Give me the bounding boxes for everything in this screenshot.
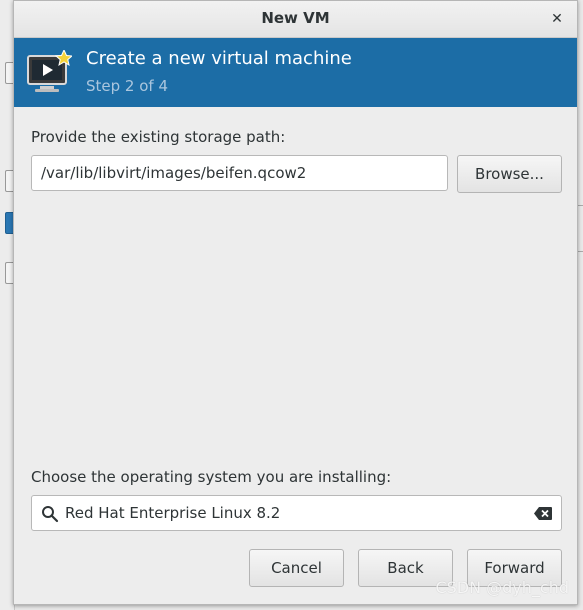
- wizard-banner: Create a new virtual machine Step 2 of 4: [14, 38, 577, 107]
- watermark-text: CSDN @dyh_chd: [435, 578, 569, 597]
- os-search-field[interactable]: Red Hat Enterprise Linux 8.2: [31, 495, 562, 531]
- storage-path-input[interactable]: /var/lib/libvirt/images/beifen.qcow2: [31, 155, 448, 191]
- os-choice-label: Choose the operating system you are inst…: [31, 468, 392, 486]
- clear-icon[interactable]: [533, 506, 553, 521]
- dialog-titlebar[interactable]: New VM ✕: [14, 1, 577, 38]
- browse-button[interactable]: Browse...: [457, 155, 562, 193]
- close-button[interactable]: ✕: [547, 9, 567, 29]
- close-icon: ✕: [551, 11, 563, 27]
- search-icon: [42, 506, 59, 523]
- storage-path-label: Provide the existing storage path:: [31, 128, 286, 146]
- dialog-title: New VM: [261, 9, 330, 27]
- banner-title: Create a new virtual machine: [86, 48, 352, 69]
- wizard-step-indicator: Step 2 of 4: [86, 77, 169, 95]
- cancel-button[interactable]: Cancel: [249, 549, 344, 587]
- os-search-value: Red Hat Enterprise Linux 8.2: [65, 504, 281, 522]
- new-vm-dialog: New VM ✕ Create a new virtual machine St…: [13, 0, 578, 605]
- virtual-machine-new-icon: [27, 50, 72, 92]
